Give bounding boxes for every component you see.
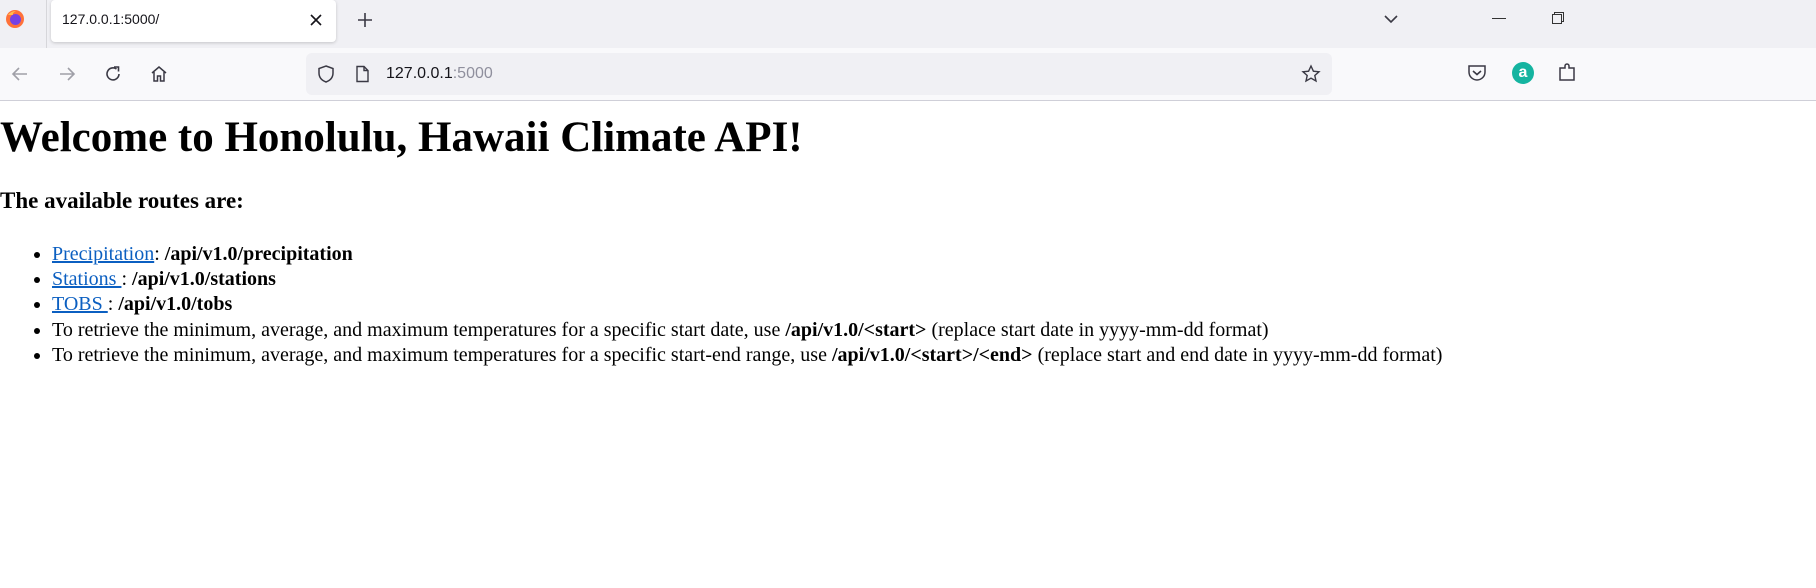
close-icon[interactable] — [308, 12, 324, 28]
page-content: Welcome to Honolulu, Hawaii Climate API!… — [0, 101, 1816, 588]
route-path: /api/v1.0/precipitation — [164, 243, 353, 265]
list-item-start-date: To retrieve the minimum, average, and ma… — [52, 318, 1442, 343]
home-icon[interactable] — [149, 64, 169, 84]
chevron-down-icon[interactable] — [1383, 11, 1399, 27]
plus-icon[interactable] — [355, 10, 375, 30]
tab-divider — [46, 0, 47, 48]
pocket-icon[interactable] — [1466, 62, 1488, 84]
route-separator: : — [107, 293, 119, 316]
routes-heading: The available routes are: — [0, 188, 244, 213]
forward-arrow-icon[interactable] — [57, 64, 77, 84]
start-format-note: (replace start date in yyyy-mm-dd format… — [926, 318, 1269, 341]
tab-strip: 127.0.0.1:5000/ — [0, 0, 1816, 48]
firefox-logo-icon[interactable] — [5, 9, 25, 29]
window-minimize-button[interactable] — [1492, 18, 1506, 19]
url-host: 127.0.0.1 — [386, 65, 453, 82]
address-bar[interactable]: 127.0.0.1:5000 — [306, 53, 1332, 95]
route-separator: : — [121, 268, 133, 291]
account-icon[interactable]: a — [1512, 62, 1534, 84]
extensions-icon[interactable] — [1556, 62, 1578, 84]
url-text[interactable]: 127.0.0.1:5000 — [386, 65, 493, 83]
route-separator: : — [154, 243, 165, 265]
active-tab[interactable]: 127.0.0.1:5000/ — [51, 0, 336, 42]
back-arrow-icon[interactable] — [10, 64, 30, 84]
range-format-note: (replace start and end date in yyyy-mm-d… — [1032, 343, 1443, 366]
list-item-stations: Stations : /api/v1.0/stations — [52, 267, 1442, 292]
start-description: To retrieve the minimum, average, and ma… — [52, 318, 786, 341]
route-path: /api/v1.0/stations — [132, 268, 276, 291]
url-port: :5000 — [452, 65, 493, 82]
navigation-toolbar: 127.0.0.1:5000 a — [0, 48, 1816, 101]
start-route-path: /api/v1.0/<start> — [785, 318, 927, 341]
precipitation-link[interactable]: Precipitation — [52, 243, 154, 265]
list-item-start-end-range: To retrieve the minimum, average, and ma… — [52, 343, 1442, 368]
reload-icon[interactable] — [103, 64, 123, 84]
list-item-precipitation: Precipitation: /api/v1.0/precipitation — [52, 242, 1442, 267]
star-icon[interactable] — [1301, 64, 1321, 84]
page-title: Welcome to Honolulu, Hawaii Climate API! — [0, 114, 803, 161]
tobs-link[interactable]: TOBS — [52, 293, 108, 315]
page-icon[interactable] — [352, 64, 372, 84]
range-description: To retrieve the minimum, average, and ma… — [52, 343, 832, 366]
stations-link[interactable]: Stations — [52, 268, 121, 290]
shield-icon[interactable] — [316, 64, 336, 84]
route-path: /api/v1.0/tobs — [118, 293, 233, 316]
window-restore-button[interactable] — [1552, 12, 1564, 24]
range-route-path: /api/v1.0/<start>/<end> — [831, 343, 1033, 366]
list-item-tobs: TOBS : /api/v1.0/tobs — [52, 292, 1442, 317]
tab-title: 127.0.0.1:5000/ — [62, 11, 160, 27]
routes-list: Precipitation: /api/v1.0/precipitation S… — [0, 242, 1442, 368]
